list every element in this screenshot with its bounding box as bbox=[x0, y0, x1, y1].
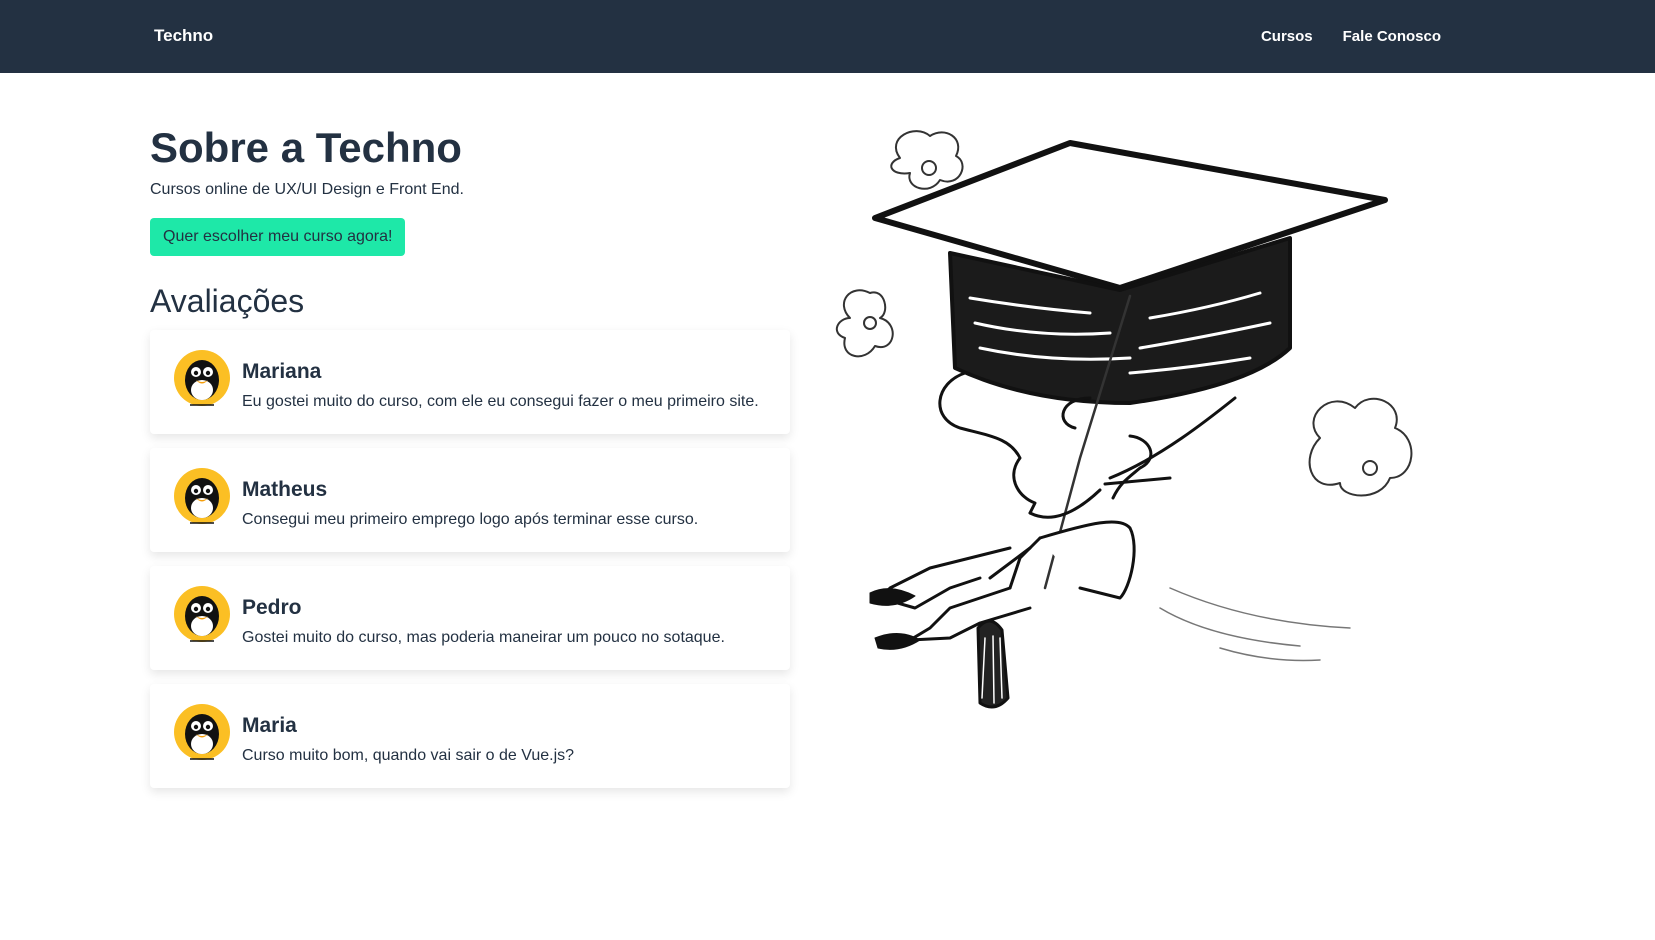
nav-link-fale-conosco[interactable]: Fale Conosco bbox=[1343, 28, 1441, 45]
penguin-avatar-icon bbox=[174, 468, 230, 524]
reviewer-name: Pedro bbox=[242, 596, 302, 619]
tassel bbox=[976, 619, 1010, 709]
review-card: Maria Curso muito bom, quando vai sair o… bbox=[150, 684, 790, 788]
penguin-avatar-icon bbox=[174, 704, 230, 760]
about-section: Sobre a Techno Cursos online de UX/UI De… bbox=[150, 120, 790, 802]
penguin-avatar-icon bbox=[174, 350, 230, 406]
reviewer-name: Mariana bbox=[242, 360, 322, 383]
cloud-doodle bbox=[835, 289, 894, 358]
brand-logo-link[interactable]: Techno bbox=[154, 26, 213, 46]
review-text: Gostei muito do curso, mas poderia manei… bbox=[242, 629, 725, 646]
review-card: Pedro Gostei muito do curso, mas poderia… bbox=[150, 566, 790, 670]
review-card: Mariana Eu gostei muito do curso, com el… bbox=[150, 330, 790, 434]
penguin-avatar-icon bbox=[174, 586, 230, 642]
review-text: Consegui meu primeiro emprego logo após … bbox=[242, 511, 699, 528]
cloud-doodle bbox=[1308, 397, 1413, 497]
reviews-heading: Avaliações bbox=[150, 283, 305, 319]
choose-course-button[interactable]: Quer escolher meu curso agora! bbox=[150, 218, 406, 256]
nav-link-cursos[interactable]: Cursos bbox=[1261, 28, 1313, 45]
review-card: Matheus Consegui meu primeiro emprego lo… bbox=[150, 448, 790, 552]
top-navbar: Techno Cursos Fale Conosco bbox=[0, 0, 1655, 73]
review-text: Curso muito bom, quando vai sair o de Vu… bbox=[242, 747, 575, 764]
reviews-list: Mariana Eu gostei muito do curso, com el… bbox=[150, 330, 790, 788]
page-subtitle: Cursos online de UX/UI Design e Front En… bbox=[150, 181, 464, 198]
shoes bbox=[869, 588, 921, 650]
cloud-doodle bbox=[890, 130, 964, 190]
graduation-cap-illustration bbox=[835, 130, 1413, 709]
reviewer-name: Maria bbox=[242, 714, 297, 737]
main-nav: Cursos Fale Conosco bbox=[1261, 28, 1441, 45]
review-text: Eu gostei muito do curso, com ele eu con… bbox=[242, 393, 759, 410]
page-title: Sobre a Techno bbox=[150, 124, 462, 171]
reviewer-name: Matheus bbox=[242, 478, 328, 501]
figure-doodle bbox=[878, 371, 1237, 642]
